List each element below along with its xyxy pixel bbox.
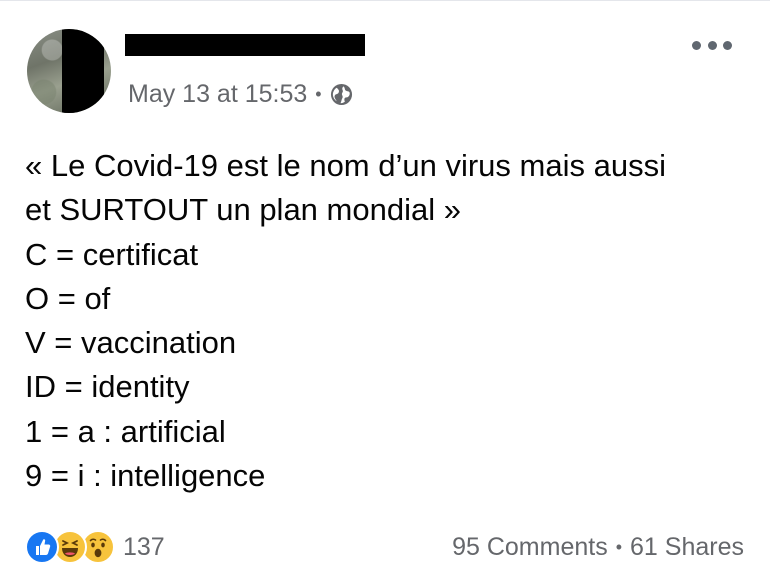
like-icon	[25, 530, 59, 564]
post-text: « Le Covid-19 est le nom d’un virus mais…	[25, 144, 745, 498]
post-text-line: 1 = a : artificial	[25, 413, 226, 449]
meta-separator: •	[315, 84, 322, 104]
avatar-redaction	[62, 29, 104, 113]
post-text-line: V = vaccination	[25, 325, 237, 361]
shares-count-link[interactable]: 61 Shares	[630, 533, 744, 562]
post-text-line: C = certificat	[25, 236, 199, 272]
post-text-line: 9 = i : intelligence	[25, 458, 266, 494]
avatar[interactable]	[27, 29, 111, 113]
author-name-redaction[interactable]	[125, 34, 365, 56]
more-dot-icon	[692, 40, 701, 50]
post-text-line: O = of	[25, 280, 111, 316]
engagement-separator: •	[615, 536, 623, 557]
more-dot-icon	[723, 40, 732, 50]
comments-count-link[interactable]: 95 Comments	[452, 533, 608, 562]
post-text-line: ID = identity	[25, 369, 190, 405]
globe-icon[interactable]	[330, 83, 353, 106]
post-timestamp[interactable]: May 13 at 15:53	[128, 81, 307, 107]
reactions-summary[interactable]: 137	[25, 529, 165, 565]
reaction-count: 137	[123, 532, 165, 561]
post-text-line: « Le Covid-19 est le nom d’un virus mais…	[25, 148, 666, 183]
more-dot-icon	[707, 40, 717, 50]
more-options-button[interactable]	[692, 35, 732, 55]
post-text-line: et SURTOUT un plan mondial »	[25, 192, 461, 228]
engagement-summary: 95 Comments • 61 Shares	[452, 531, 744, 563]
facebook-post: May 13 at 15:53 • « Le Covid-19 est le n…	[0, 0, 770, 588]
post-meta: May 13 at 15:53 •	[128, 79, 353, 109]
